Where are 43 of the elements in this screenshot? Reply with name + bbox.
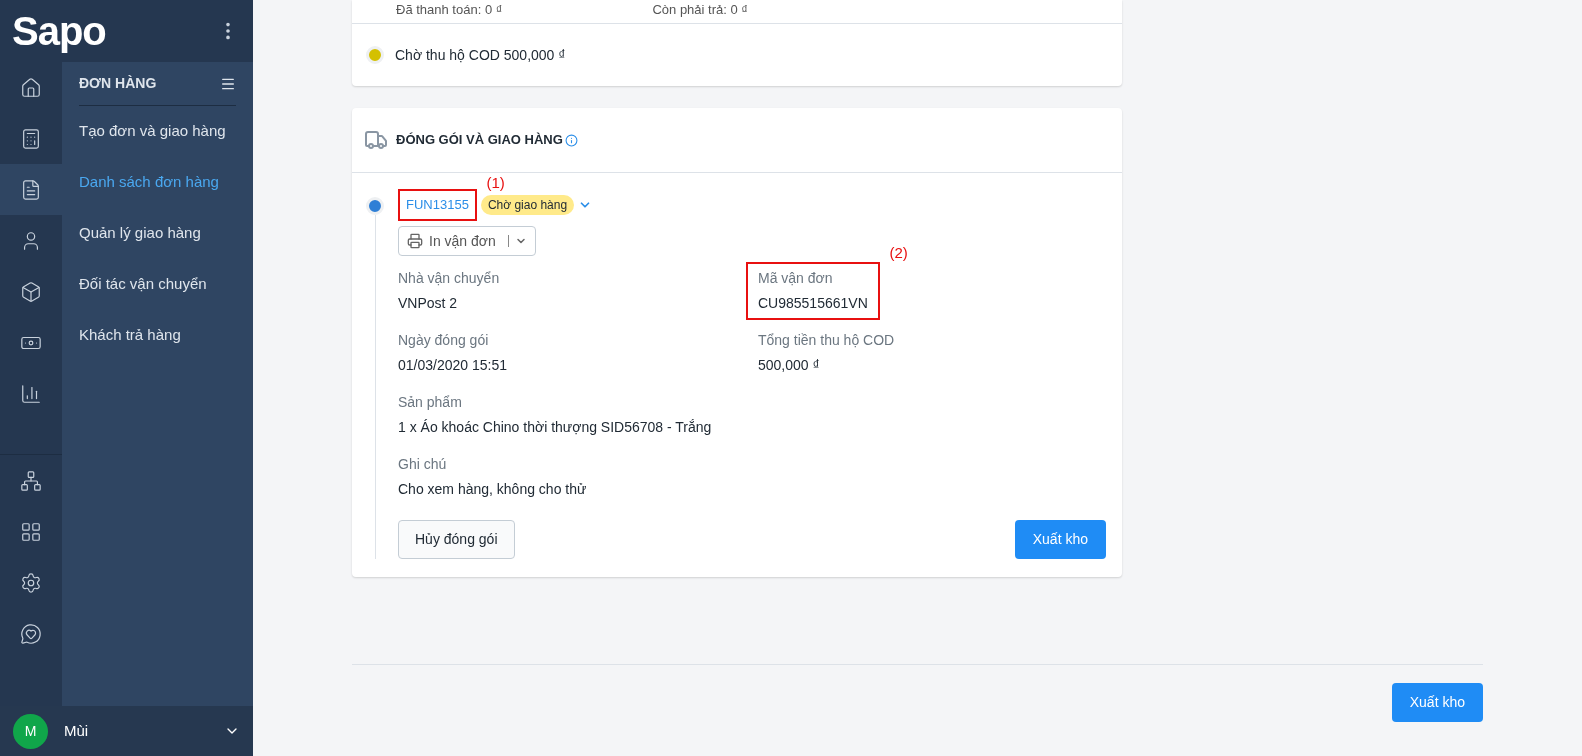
network-icon — [20, 469, 42, 492]
menu-item[interactable]: Đối tác vận chuyển — [79, 259, 236, 310]
timeline-event: Chờ thu hộ COD 500,000 ₫ — [395, 45, 566, 65]
field-value: Cho xem hàng, không cho thử — [398, 480, 587, 499]
box-icon — [20, 280, 42, 303]
print-button[interactable]: In vận đơn — [398, 226, 536, 256]
annotation-label: (1) — [486, 173, 505, 194]
apps-icon — [20, 520, 42, 543]
field-value: CU985515661VN — [758, 294, 868, 313]
info-icon[interactable] — [564, 133, 578, 147]
heart-chat-icon — [20, 622, 42, 645]
field-label: Nhà vận chuyển — [398, 269, 500, 288]
paid-amount: Đã thanh toán: 0 ₫ — [396, 0, 503, 19]
settings-icon — [20, 571, 42, 594]
menu-title: ĐƠN HÀNG — [79, 74, 157, 93]
menu-item[interactable]: Khách trả hàng — [79, 310, 236, 361]
avatar: M — [13, 713, 48, 749]
section-title: ĐÓNG GÓI VÀ GIAO HÀNG — [396, 131, 563, 150]
chart-icon — [20, 382, 42, 405]
remaining-amount: Còn phải trả: 0 ₫ — [652, 0, 748, 19]
menu-item[interactable]: Quản lý giao hàng — [79, 208, 236, 259]
truck-icon — [364, 128, 388, 152]
cancel-packing-button[interactable]: Hủy đóng gói — [398, 520, 515, 559]
document-icon — [20, 178, 42, 201]
cash-register-icon — [20, 127, 42, 150]
field-label: Ngày đóng gói — [398, 331, 490, 350]
field-value: 500,000 ₫ — [758, 356, 821, 375]
annotation-label: (2) — [889, 243, 908, 263]
field-value: 01/03/2020 15:51 — [398, 356, 507, 375]
nav-rail-item[interactable] — [0, 164, 62, 215]
status-badge: Chờ giao hàng — [480, 195, 575, 215]
printer-icon — [407, 233, 423, 249]
field-value: VNPost 2 — [398, 294, 459, 313]
field-label: Sản phẩm — [398, 393, 463, 412]
menu-item[interactable]: Danh sách đơn hàng — [79, 157, 236, 208]
user-bar[interactable]: M Mùi — [0, 706, 253, 756]
user-name: Mùi — [64, 720, 90, 741]
field-label: Tổng tiền thu hộ COD — [758, 331, 895, 350]
menu-item[interactable]: Tạo đơn và giao hàng — [79, 106, 236, 157]
field-label: Ghi chú — [398, 455, 448, 474]
field-label: Mã vận đơn — [758, 269, 834, 288]
field-value: 1 x Áo khoác Chino thời thượng SID56708 - Trắng — [398, 418, 712, 437]
home-icon — [20, 76, 42, 99]
